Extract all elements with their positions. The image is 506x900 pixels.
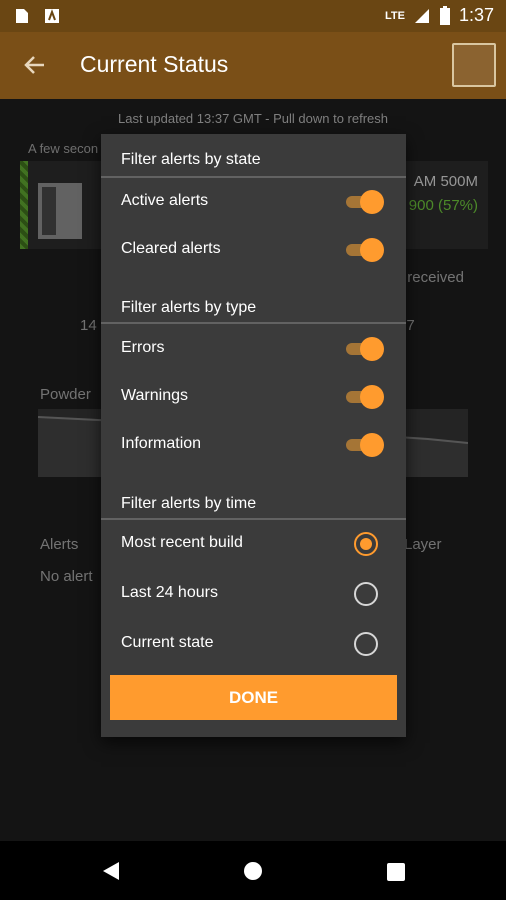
system-nav-bar <box>0 841 506 900</box>
toggle-label: Active alerts <box>121 192 209 209</box>
information-switch[interactable] <box>344 432 384 458</box>
printer-logo-icon[interactable] <box>452 43 496 87</box>
sd-card-icon <box>16 9 28 23</box>
back-arrow-icon[interactable] <box>22 52 48 78</box>
radio-label: Last 24 hours <box>121 584 218 601</box>
clock: 1:37 <box>458 5 494 25</box>
toggle-row-information[interactable]: Information <box>101 421 406 469</box>
divider <box>101 322 406 324</box>
radio-button[interactable] <box>354 632 378 656</box>
toggle-row-warnings[interactable]: Warnings <box>101 373 406 421</box>
toggle-label: Information <box>121 435 202 452</box>
radio-label: Most recent build <box>121 534 243 551</box>
radio-label: Current state <box>121 634 214 651</box>
radio-button[interactable] <box>354 582 378 606</box>
toggle-row-active-alerts[interactable]: Active alerts <box>101 178 406 226</box>
radio-button[interactable] <box>354 532 378 556</box>
toggle-label: Errors <box>121 339 165 356</box>
filter-dialog: Filter alerts by state Active alerts Cle… <box>101 134 406 737</box>
toggle-label: Warnings <box>121 387 188 404</box>
app-bar: Current Status <box>0 32 506 99</box>
network-type: LTE <box>384 9 405 22</box>
section-time-header: Filter alerts by time <box>121 495 257 512</box>
signal-icon <box>414 8 429 23</box>
radio-row-most-recent-build[interactable]: Most recent build <box>101 520 406 568</box>
toggle-row-cleared-alerts[interactable]: Cleared alerts <box>101 226 406 274</box>
radio-row-current-state[interactable]: Current state <box>101 620 406 668</box>
done-button[interactable]: DONE <box>110 675 397 720</box>
section-type-header: Filter alerts by type <box>121 299 257 316</box>
errors-switch[interactable] <box>344 336 384 362</box>
app-notification-icon <box>45 9 59 23</box>
nav-back-icon[interactable] <box>101 861 121 881</box>
active-alerts-switch[interactable] <box>344 189 384 215</box>
warnings-switch[interactable] <box>344 384 384 410</box>
nav-home-icon[interactable] <box>244 862 262 880</box>
cleared-alerts-switch[interactable] <box>344 237 384 263</box>
toggle-row-errors[interactable]: Errors <box>101 325 406 373</box>
radio-row-last-24-hours[interactable]: Last 24 hours <box>101 570 406 618</box>
status-bar: LTE 1:37 <box>0 0 506 32</box>
nav-recents-icon[interactable] <box>387 863 405 881</box>
toggle-label: Cleared alerts <box>121 240 221 257</box>
section-state-header: Filter alerts by state <box>121 151 261 168</box>
battery-icon <box>439 5 450 25</box>
page-title: Current Status <box>80 51 229 77</box>
